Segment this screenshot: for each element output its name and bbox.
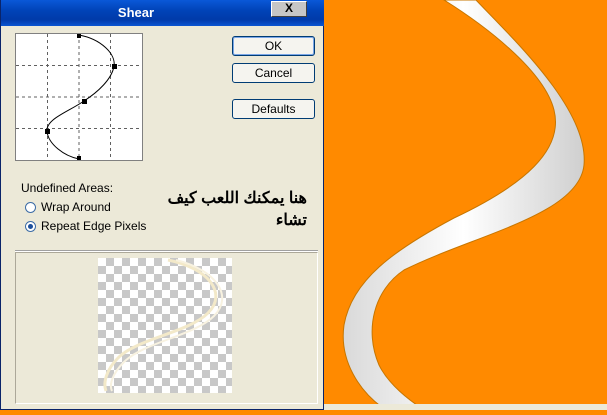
canvas-bottom-edge: [324, 404, 607, 410]
radio-button-icon[interactable]: [25, 221, 36, 232]
ok-button[interactable]: OK: [232, 36, 315, 56]
image-canvas[interactable]: [324, 0, 607, 411]
curve-point[interactable]: [45, 129, 50, 134]
shear-dialog: Shear X OK Cancel Defaults Undefined Are…: [0, 0, 325, 410]
annotation-line: هنا يمكنك اللعب كيف: [167, 190, 307, 207]
shear-wave-graphic: [342, 0, 585, 411]
curve-point[interactable]: [77, 34, 81, 38]
curve-point[interactable]: [112, 64, 117, 69]
curve-point[interactable]: [77, 156, 81, 160]
dialog-title: Shear: [117, 5, 155, 20]
radio-label: Wrap Around: [41, 200, 111, 214]
preview-wave-graphic: [103, 258, 224, 392]
curve-point[interactable]: [82, 99, 87, 104]
cancel-button[interactable]: Cancel: [232, 63, 315, 83]
shear-curve-editor[interactable]: [15, 33, 143, 161]
annotation-text: هنا يمكنك اللعب كيف تشاء: [117, 188, 307, 232]
annotation-line: تشاء: [275, 212, 307, 229]
close-icon[interactable]: X: [271, 1, 307, 17]
curve-grid-graphic: [16, 34, 142, 160]
defaults-button[interactable]: Defaults: [232, 99, 315, 119]
radio-button-icon[interactable]: [25, 202, 36, 213]
title-bar[interactable]: Shear X: [1, 0, 325, 26]
undefined-areas-label: Undefined Areas:: [21, 181, 114, 195]
preview-transparency-grid: [98, 258, 232, 393]
